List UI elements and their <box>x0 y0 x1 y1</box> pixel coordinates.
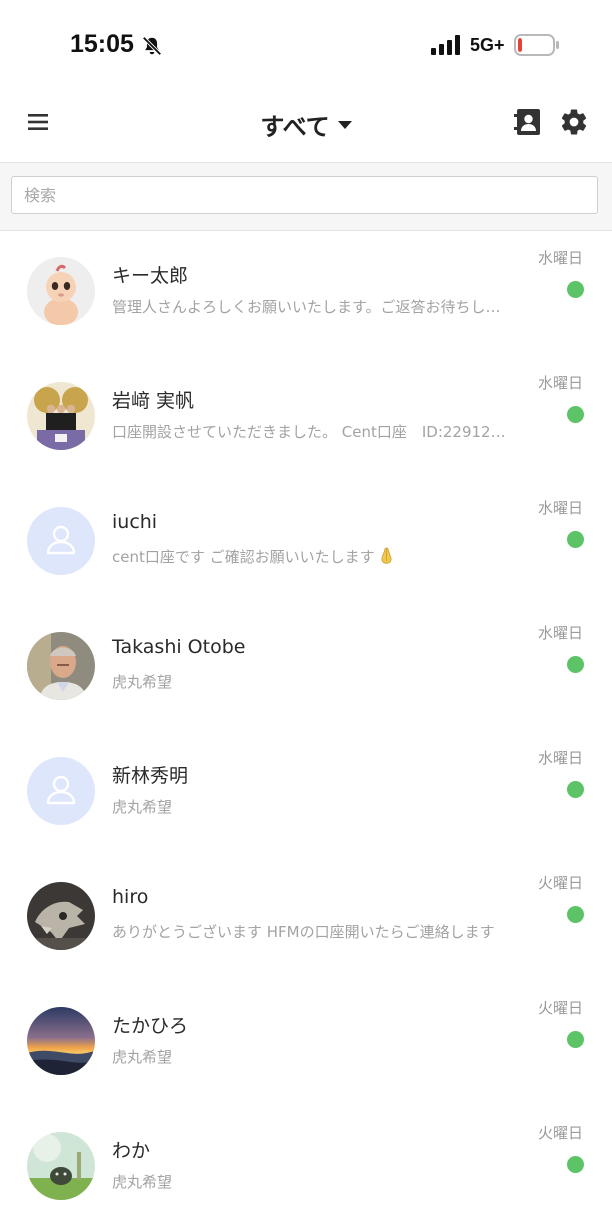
online-status-dot <box>567 656 584 673</box>
search-bar <box>0 163 612 231</box>
chat-preview: 虎丸希望 <box>112 798 173 816</box>
gear-icon[interactable] <box>559 107 589 137</box>
status-time: 15:05 <box>70 30 134 58</box>
caret-down-icon <box>337 120 352 129</box>
chat-list-item[interactable]: iuchi cent口座です ご確認お願いいたします 水曜日 <box>0 481 612 606</box>
online-status-dot <box>567 781 584 798</box>
chat-name: iuchi <box>112 511 158 533</box>
chat-day: 水曜日 <box>537 249 583 267</box>
man-portrait-avatar <box>27 632 95 700</box>
chat-day: 水曜日 <box>537 499 583 517</box>
chat-name: 岩﨑 実帆 <box>112 390 195 412</box>
chat-preview: 虎丸希望 <box>112 673 173 691</box>
online-status-dot <box>567 281 584 298</box>
chat-day: 水曜日 <box>537 374 583 392</box>
default-person-avatar <box>27 757 95 825</box>
cellular-signal-icon <box>431 35 460 55</box>
chat-list-item[interactable]: キー太郎 管理人さんよろしくお願いいたします。ご返答お待ちし… 水曜日 <box>0 231 612 356</box>
page-title: すべて <box>260 113 330 141</box>
chat-preview: 管理人さんよろしくお願いいたします。ご返答お待ちし… <box>112 298 501 316</box>
chat-name: たかひろ <box>112 1015 189 1037</box>
chat-name: キー太郎 <box>112 265 189 287</box>
chat-list-item[interactable]: hiro ありがとうございます HFMの口座開いたらご連絡します 火曜日 <box>0 856 612 981</box>
praying-hands-emoji-icon <box>381 547 392 564</box>
chat-list-item[interactable]: 新林秀明 虎丸希望 水曜日 <box>0 731 612 856</box>
default-person-avatar <box>27 507 95 575</box>
dinosaur-skull-avatar <box>27 882 95 950</box>
online-status-dot <box>567 531 584 548</box>
chat-name: Takashi Otobe <box>112 636 246 658</box>
chat-day: 火曜日 <box>537 874 583 892</box>
chat-list-item[interactable]: Takashi Otobe 虎丸希望 水曜日 <box>0 606 612 731</box>
chat-preview: cent口座です ご確認お願いいたします <box>112 546 522 567</box>
battery-icon <box>514 34 559 56</box>
contacts-book-icon[interactable] <box>514 107 542 137</box>
network-type: 5G+ <box>470 35 505 55</box>
search-input[interactable] <box>11 176 598 214</box>
online-status-dot <box>567 406 584 423</box>
baby-figurine-avatar <box>27 257 95 325</box>
chat-preview: 虎丸希望 <box>112 1173 173 1191</box>
chat-day: 水曜日 <box>537 624 583 642</box>
chat-list-item[interactable]: 岩﨑 実帆 口座開設させていただきました。 Cent口座 ID:22912… 水… <box>0 356 612 481</box>
chat-name: わか <box>112 1140 151 1162</box>
chat-preview: ありがとうございます HFMの口座開いたらご連絡します <box>112 923 495 941</box>
nature-scene-avatar <box>27 1132 95 1200</box>
chat-list-item[interactable]: わか 虎丸希望 火曜日 <box>0 1106 612 1231</box>
online-status-dot <box>567 1031 584 1048</box>
chat-preview: 虎丸希望 <box>112 1048 173 1066</box>
chat-day: 火曜日 <box>537 999 583 1017</box>
sunset-landscape-avatar <box>27 1007 95 1075</box>
chat-list: キー太郎 管理人さんよろしくお願いいたします。ご返答お待ちし… 水曜日 岩﨑 実… <box>0 231 612 1231</box>
online-status-dot <box>567 906 584 923</box>
chat-preview-text: cent口座です ご確認お願いいたします <box>112 548 375 566</box>
chat-name: 新林秀明 <box>112 765 189 787</box>
online-status-dot <box>567 1156 584 1173</box>
status-bar: 15:05 5G+ <box>0 0 612 90</box>
bell-slash-icon <box>142 36 162 56</box>
app-header: すべて <box>0 90 612 163</box>
chat-preview: 口座開設させていただきました。 Cent口座 ID:22912… <box>112 423 506 441</box>
group-photo-avatar <box>27 382 95 450</box>
chat-list-item[interactable]: たかひろ 虎丸希望 火曜日 <box>0 981 612 1106</box>
chat-day: 火曜日 <box>537 1124 583 1142</box>
chat-name: hiro <box>112 886 149 908</box>
chat-day: 水曜日 <box>537 749 583 767</box>
